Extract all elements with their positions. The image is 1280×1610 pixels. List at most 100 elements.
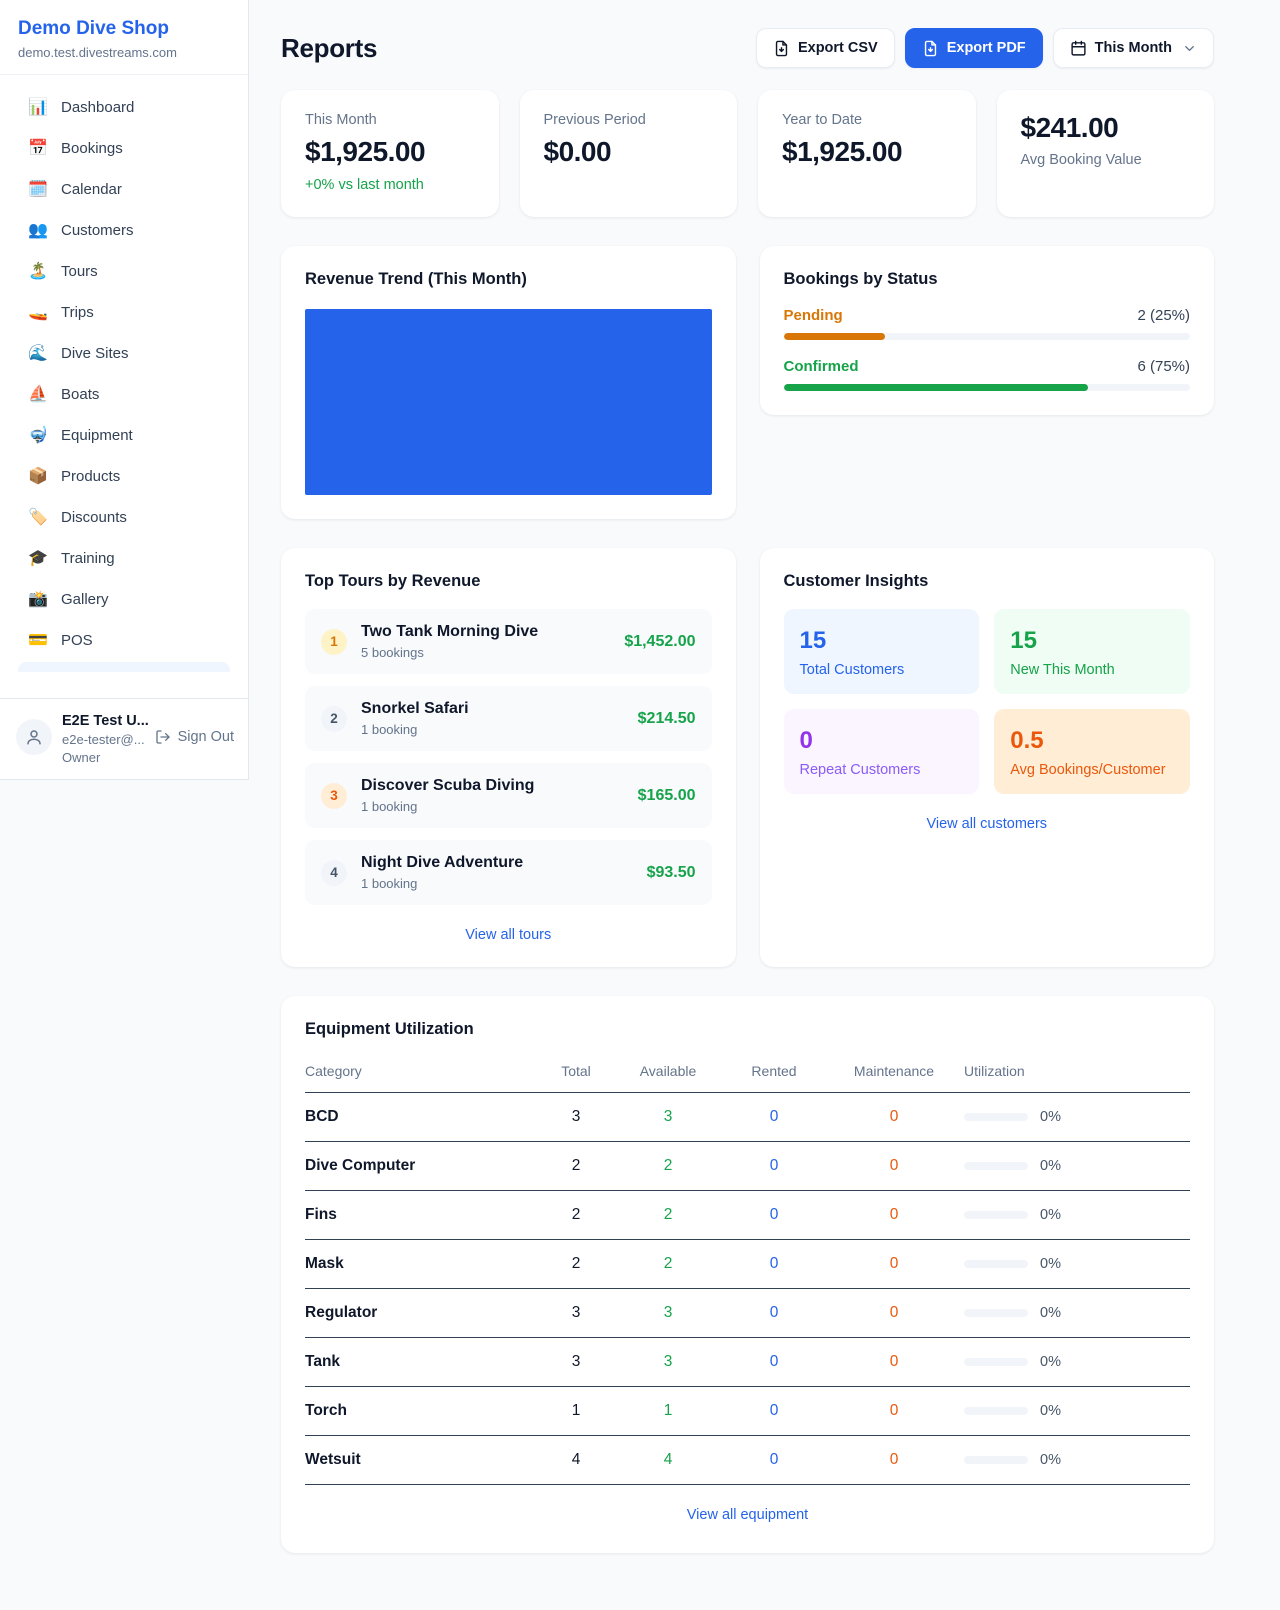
sidebar-item-trips[interactable]: 🚤 Trips xyxy=(10,292,238,332)
bookings-calendar-icon: 📅 xyxy=(28,138,48,158)
column-header: Category xyxy=(305,1053,540,1093)
tile-label: Total Customers xyxy=(800,662,964,678)
sidebar-item-discounts[interactable]: 🏷️ Discounts xyxy=(10,497,238,537)
list-item: 4 Night Dive Adventure 1 booking $93.50 xyxy=(305,840,712,905)
customer-insights-card: Customer Insights 15 Total Customers 15 … xyxy=(760,548,1215,967)
header-actions: Export CSV Export PDF This Month xyxy=(756,28,1214,68)
view-all-equipment-link[interactable]: View all equipment xyxy=(305,1507,1190,1523)
utilization-bar xyxy=(964,1211,1028,1219)
tile-total-customers: 15 Total Customers xyxy=(784,609,980,694)
sidebar-item-training[interactable]: 🎓 Training xyxy=(10,538,238,578)
period-selector[interactable]: This Month xyxy=(1053,28,1214,68)
tile-value: 0.5 xyxy=(1010,727,1174,755)
table-row: BCD 3 3 0 0 0% xyxy=(305,1093,1190,1142)
sidebar-item-pos[interactable]: 💳 POS xyxy=(10,620,238,660)
utilization-bar xyxy=(964,1162,1028,1170)
export-pdf-button[interactable]: Export PDF xyxy=(905,28,1043,68)
tour-bookings: 5 bookings xyxy=(361,645,538,660)
avatar xyxy=(16,719,52,755)
tour-revenue: $1,452.00 xyxy=(624,633,695,651)
sidebar-item-dive-sites[interactable]: 🌊 Dive Sites xyxy=(10,333,238,373)
table-row: Wetsuit 4 4 0 0 0% xyxy=(305,1436,1190,1485)
sidebar-item-label: POS xyxy=(61,632,93,649)
table-row: Dive Computer 2 2 0 0 0% xyxy=(305,1142,1190,1191)
status-label: Confirmed xyxy=(784,358,859,375)
sign-out-icon xyxy=(155,729,171,745)
list-item: 1 Two Tank Morning Dive 5 bookings $1,45… xyxy=(305,609,712,674)
sidebar-item-equipment[interactable]: 🤿 Equipment xyxy=(10,415,238,455)
sidebar-item-tours[interactable]: 🏝️ Tours xyxy=(10,251,238,291)
sidebar-item-label: Products xyxy=(61,468,120,485)
tour-name: Night Dive Adventure xyxy=(361,854,523,872)
sidebar-item-products[interactable]: 📦 Products xyxy=(10,456,238,496)
stat-value: $241.00 xyxy=(1021,112,1191,144)
sidebar-item-gallery[interactable]: 📸 Gallery xyxy=(10,579,238,619)
stat-label: This Month xyxy=(305,112,475,128)
stat-cards: This Month $1,925.00 +0% vs last month P… xyxy=(281,90,1214,217)
sidebar-item-label: Calendar xyxy=(61,181,122,198)
sidebar-item-label: Equipment xyxy=(61,427,133,444)
sidebar-item-dashboard[interactable]: 📊 Dashboard xyxy=(10,87,238,127)
sign-out-label: Sign Out xyxy=(178,729,234,745)
page-header: Reports Export CSV Export PDF This Month xyxy=(281,28,1214,68)
stat-card-previous-period: Previous Period $0.00 xyxy=(520,90,738,217)
progress-fill xyxy=(784,333,886,340)
table-header-row: Category Total Available Rented Maintena… xyxy=(305,1053,1190,1093)
package-icon: 📦 xyxy=(28,466,48,486)
island-icon: 🏝️ xyxy=(28,261,48,281)
view-all-tours-link[interactable]: View all tours xyxy=(305,927,712,943)
utilization-bar xyxy=(964,1456,1028,1464)
sign-out-button[interactable]: Sign Out xyxy=(155,729,234,745)
graduation-cap-icon: 🎓 xyxy=(28,548,48,568)
bookings-by-status-card: Bookings by Status Pending 2 (25%) Confi… xyxy=(760,246,1215,415)
stat-value: $1,925.00 xyxy=(782,136,952,168)
rank-badge: 4 xyxy=(321,860,347,886)
view-all-customers-link[interactable]: View all customers xyxy=(784,816,1191,832)
user-meta: E2E Test U... e2e-tester@... Owner xyxy=(62,713,145,765)
speedboat-icon: 🚤 xyxy=(28,302,48,322)
list-item: 3 Discover Scuba Diving 1 booking $165.0… xyxy=(305,763,712,828)
column-header: Available xyxy=(612,1053,724,1093)
calendar-icon xyxy=(1070,40,1087,57)
customer-insights-title: Customer Insights xyxy=(784,572,1191,591)
sidebar-item-label: Dive Sites xyxy=(61,345,129,362)
stat-value: $0.00 xyxy=(544,136,714,168)
tour-bookings: 1 booking xyxy=(361,876,523,891)
utilization-bar xyxy=(964,1358,1028,1366)
sidebar-item-label: Customers xyxy=(61,222,134,239)
column-header: Maintenance xyxy=(824,1053,964,1093)
status-count: 6 (75%) xyxy=(1137,358,1190,375)
sidebar-nav: 📊 Dashboard 📅 Bookings 🗓️ Calendar 👥 Cus… xyxy=(0,75,248,698)
stat-label: Avg Booking Value xyxy=(1021,152,1191,168)
sidebar-item-customers[interactable]: 👥 Customers xyxy=(10,210,238,250)
tour-bookings: 1 booking xyxy=(361,799,534,814)
tour-name: Snorkel Safari xyxy=(361,700,469,718)
charts-row: Revenue Trend (This Month) Bookings by S… xyxy=(281,246,1214,519)
sidebar-item-bookings[interactable]: 📅 Bookings xyxy=(10,128,238,168)
sidebar-item-label: Trips xyxy=(61,304,94,321)
stat-card-avg-booking-value: $241.00 Avg Booking Value xyxy=(997,90,1215,217)
equipment-utilization-card: Equipment Utilization Category Total Ava… xyxy=(281,996,1214,1553)
file-download-icon xyxy=(922,40,939,57)
export-csv-button[interactable]: Export CSV xyxy=(756,28,895,68)
sidebar-item-label: Training xyxy=(61,550,115,567)
export-pdf-label: Export PDF xyxy=(947,40,1026,56)
tour-name: Discover Scuba Diving xyxy=(361,777,534,795)
table-row: Mask 2 2 0 0 0% xyxy=(305,1240,1190,1289)
tile-repeat-customers: 0 Repeat Customers xyxy=(784,709,980,794)
stat-label: Year to Date xyxy=(782,112,952,128)
revenue-trend-chart xyxy=(305,309,712,495)
revenue-trend-card: Revenue Trend (This Month) xyxy=(281,246,736,519)
sidebar-item-boats[interactable]: ⛵ Boats xyxy=(10,374,238,414)
rank-badge: 2 xyxy=(321,706,347,732)
top-tours-title: Top Tours by Revenue xyxy=(305,572,712,591)
page-title: Reports xyxy=(281,33,377,64)
camera-icon: 📸 xyxy=(28,589,48,609)
sidebar-item-calendar[interactable]: 🗓️ Calendar xyxy=(10,169,238,209)
column-header: Total xyxy=(540,1053,612,1093)
sidebar-item-label: Gallery xyxy=(61,591,109,608)
status-row-confirmed: Confirmed 6 (75%) xyxy=(784,358,1191,391)
status-count: 2 (25%) xyxy=(1137,307,1190,324)
main-content: Reports Export CSV Export PDF This Month… xyxy=(250,0,1280,1593)
sidebar-item-active-partial[interactable] xyxy=(18,662,230,672)
